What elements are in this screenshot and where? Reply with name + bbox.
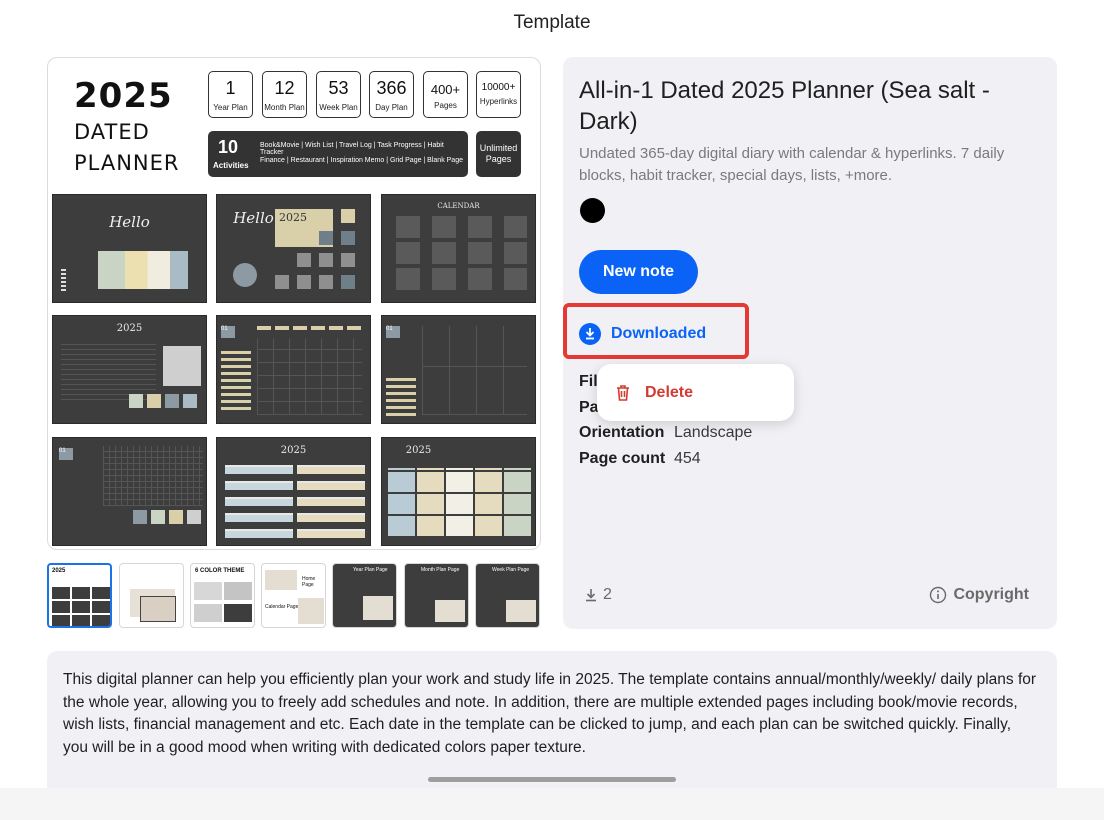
download-count: 2 <box>583 586 612 604</box>
strip-thumb-pages[interactable] <box>119 563 184 628</box>
activities-line2: Finance | Restaurant | Inspiration Memo … <box>260 157 463 164</box>
unlimited-pages-box: Unlimited Pages <box>476 131 521 177</box>
description-panel: This digital planner can help you effici… <box>47 651 1057 791</box>
activities-line1: Book&Movie | Wish List | Travel Log | Ta… <box>260 142 444 156</box>
template-info-card: All-in-1 Dated 2025 Planner (Sea salt - … <box>563 57 1057 629</box>
stat-box: 10000+ Hyperlinks <box>476 71 521 118</box>
preview-thumb-months: Hello 2025 <box>216 194 371 303</box>
thumb-day-text-3: 01 <box>59 448 73 460</box>
meta-row-page-count: Page count 454 <box>579 450 701 468</box>
stat-box: 400+ Pages <box>423 71 468 118</box>
main-preview-image[interactable]: 2025 DATED PLANNER 1 Year Plan 12 Month Pl… <box>47 57 541 550</box>
template-short-description: Undated 365-day digital diary with calen… <box>579 145 1005 184</box>
thumb-year-text-2: 2025 <box>116 323 143 334</box>
template-long-description: This digital planner can help you effici… <box>63 671 1037 756</box>
trash-icon <box>617 384 629 401</box>
delete-menu-item[interactable]: Delete <box>615 384 693 402</box>
strip-thumb-month-plan[interactable]: Month Plan Page <box>404 563 469 628</box>
strip-home-page-label: Home Page <box>302 576 316 588</box>
stat-label: Day Plan <box>375 103 408 112</box>
scrollbar[interactable] <box>428 777 676 782</box>
stat-box: 1 Year Plan <box>208 71 253 118</box>
thumb-day-text: 01 <box>221 326 235 338</box>
thumb-calendar-text: CALENDAR <box>437 202 480 210</box>
preview-thumb-calendar: CALENDAR <box>381 194 536 303</box>
strip-year-plan-label: Year Plan Page <box>353 567 388 573</box>
bottom-bar <box>0 788 1104 820</box>
stat-label: Hyperlinks <box>479 97 518 106</box>
strip-thumb-home-page[interactable]: Home Page Calendar Page <box>261 563 326 628</box>
strip-thumb-week-plan[interactable]: Week Plan Page <box>475 563 540 628</box>
preview-thumb-week-plan: 01 <box>381 315 536 424</box>
stat-label: Week Plan <box>319 103 358 112</box>
activities-number: 10 <box>218 137 239 157</box>
preview-thumb-grid: 2025 <box>381 437 536 546</box>
strip-month-plan-label: Month Plan Page <box>421 567 460 573</box>
meta-row-orientation: Orientation Landscape <box>579 424 752 442</box>
strip-year: 2025 <box>52 568 66 574</box>
meta-value: Landscape <box>674 424 753 441</box>
stat-number: 1 <box>225 78 236 98</box>
strip-thumb-cover[interactable]: 2025 <box>47 563 112 628</box>
stat-number: 10000+ <box>481 82 516 93</box>
delete-label: Delete <box>645 383 694 401</box>
stat-label: Month Plan <box>264 103 305 112</box>
thumb-year-text: 2025 <box>279 211 307 224</box>
stat-number: 366 <box>376 78 407 98</box>
stat-number: 400+ <box>430 82 461 97</box>
strip-calendar-page-label: Calendar Page <box>265 604 299 610</box>
download-count-value: 2 <box>603 586 612 603</box>
strip-color-theme-label: 6 COLOR THEME <box>195 568 245 574</box>
activities-label: Activities <box>213 161 249 170</box>
copyright-link[interactable]: Copyright <box>929 586 1029 604</box>
info-icon <box>930 586 947 604</box>
preview-thumb-year-plan: 2025 <box>52 315 207 424</box>
meta-key: Page count <box>579 450 666 467</box>
meta-key: Orientation <box>579 424 665 441</box>
stat-box: 53 Week Plan <box>316 71 361 118</box>
download-count-icon <box>586 589 596 602</box>
stat-label: Pages <box>434 101 457 110</box>
color-swatch[interactable] <box>580 198 605 223</box>
meta-value: 454 <box>674 450 701 467</box>
strip-week-plan-label: Week Plan Page <box>492 567 530 573</box>
preview-line1: DATED <box>74 120 150 144</box>
preview-year: 2025 <box>74 76 173 116</box>
download-icon <box>579 323 601 345</box>
stat-number: 12 <box>274 78 295 98</box>
stat-box: 366 Day Plan <box>369 71 414 118</box>
template-title: All-in-1 Dated 2025 Planner (Sea salt - … <box>579 77 990 135</box>
strip-thumb-year-plan[interactable]: Year Plan Page <box>332 563 397 628</box>
new-note-button[interactable]: New note <box>579 250 698 294</box>
downloaded-label: Downloaded <box>611 325 707 342</box>
preview-line2: PLANNER <box>74 151 180 175</box>
stat-box: 12 Month Plan <box>262 71 307 118</box>
activities-box: 10 Activities Book&Movie | Wish List | T… <box>208 131 468 177</box>
copyright-label: Copyright <box>953 586 1029 603</box>
stat-label: Year Plan <box>213 103 248 112</box>
context-menu: Delete <box>597 364 794 421</box>
preview-thumb-day-plan: 01 <box>52 437 207 546</box>
page-title-text: Template <box>513 12 591 33</box>
strip-thumb-color-theme[interactable]: 6 COLOR THEME <box>190 563 255 628</box>
thumb-day-text-2: 01 <box>386 326 400 338</box>
downloaded-button[interactable]: Downloaded <box>579 320 706 348</box>
page-title: Template <box>0 0 1104 46</box>
stat-number: 53 <box>328 78 349 98</box>
preview-thumb-month-plan: 01 <box>216 315 371 424</box>
thumb-year-text-4: 2025 <box>405 445 432 456</box>
